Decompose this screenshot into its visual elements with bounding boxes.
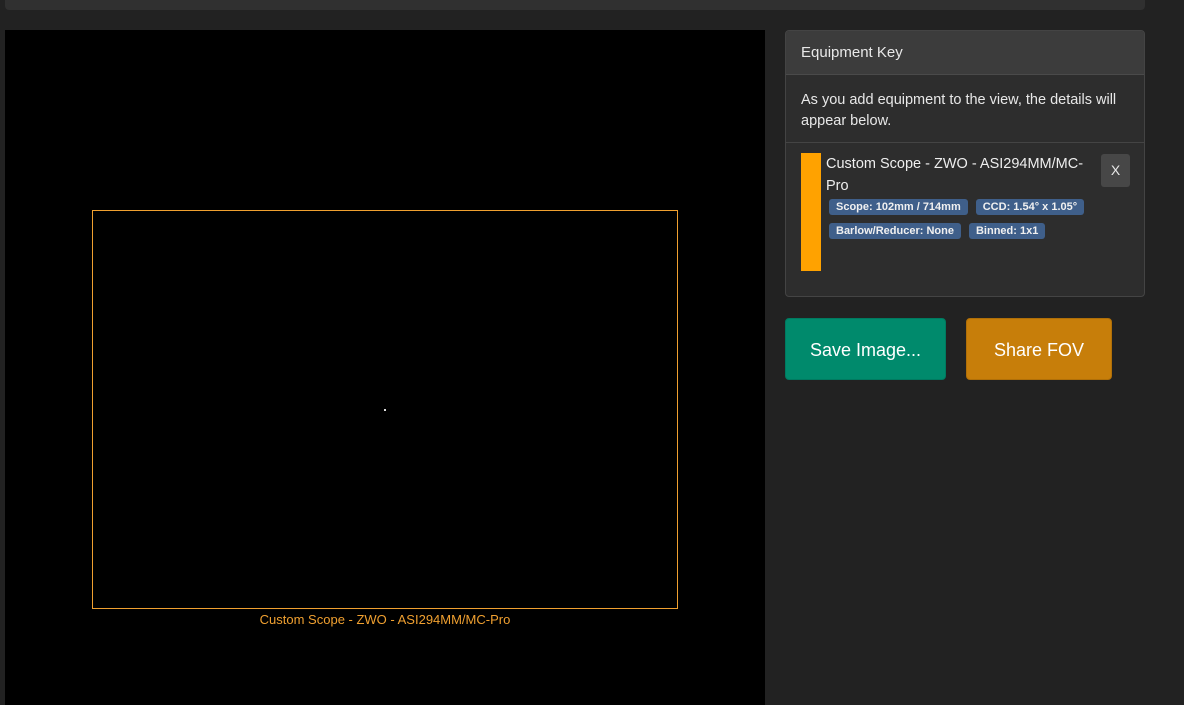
equipment-color-swatch [801, 153, 821, 271]
fov-canvas[interactable]: Custom Scope - ZWO - ASI294MM/MC-Pro [5, 30, 765, 705]
panel-intro-text: As you add equipment to the view, the de… [786, 75, 1144, 143]
share-fov-button[interactable]: Share FOV [966, 318, 1112, 380]
remove-equipment-button[interactable]: X [1101, 154, 1130, 187]
panel-title: Equipment Key [786, 31, 1144, 75]
center-marker [384, 409, 386, 411]
equipment-key-panel: Equipment Key As you add equipment to th… [785, 30, 1145, 297]
scope-badge: Scope: 102mm / 714mm [829, 199, 968, 215]
save-image-button[interactable]: Save Image... [785, 318, 946, 380]
top-toolbar-strip [5, 0, 1145, 10]
equipment-item: Custom Scope - ZWO - ASI294MM/MC-Pro Sco… [786, 143, 1144, 273]
equipment-badges: Scope: 102mm / 714mm CCD: 1.54° x 1.05° … [829, 199, 1099, 239]
equipment-item-name: Custom Scope - ZWO - ASI294MM/MC-Pro [826, 156, 1084, 194]
ccd-badge: CCD: 1.54° x 1.05° [975, 199, 1085, 215]
fov-frame-label: Custom Scope - ZWO - ASI294MM/MC-Pro [259, 612, 511, 627]
barlow-badge: Barlow/Reducer: None [829, 223, 961, 239]
binned-badge: Binned: 1x1 [968, 223, 1046, 239]
